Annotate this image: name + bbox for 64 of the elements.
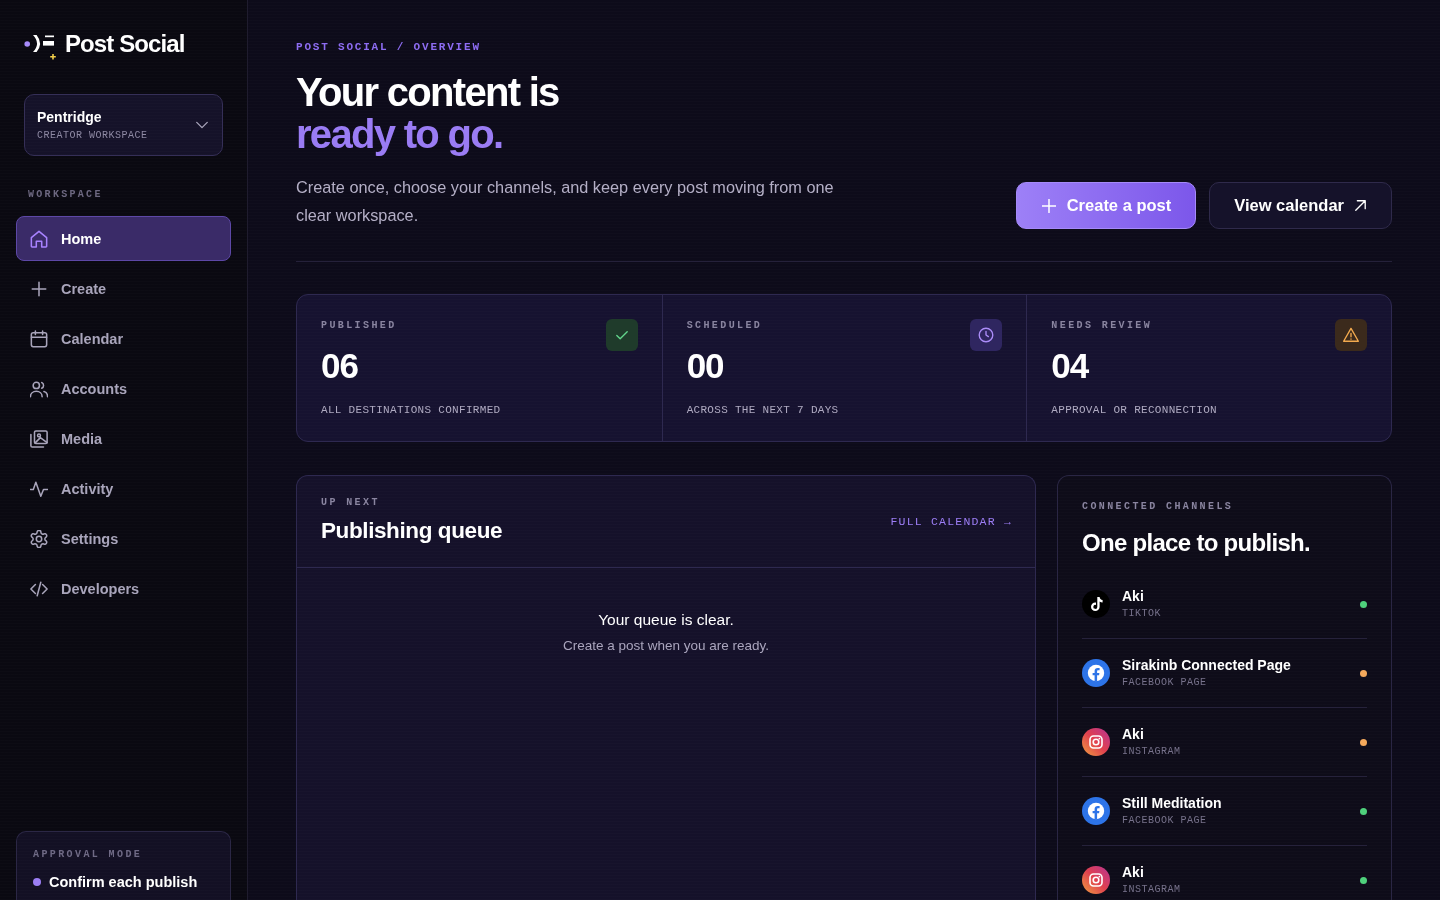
stat-label: NEEDS REVIEW: [1051, 320, 1153, 332]
instagram-icon: [1082, 866, 1110, 894]
plus-icon: [1041, 198, 1056, 213]
nav-item[interactable]: Settings: [16, 516, 231, 561]
nav-item[interactable]: Create: [16, 266, 231, 311]
nav-item[interactable]: Media: [16, 416, 231, 461]
channel-platform: INSTAGRAM: [1122, 745, 1181, 759]
workspace-switcher[interactable]: Pentridge CREATOR WORKSPACE: [24, 94, 223, 156]
home-icon: [30, 229, 48, 248]
arrow-up-right-icon: [1355, 200, 1366, 211]
nav-item[interactable]: Home: [16, 216, 231, 261]
panel-eyebrow: CONNECTED CHANNELS: [1082, 501, 1235, 513]
nav-item[interactable]: Activity: [16, 466, 231, 511]
channel-name: Still Meditation: [1122, 794, 1222, 812]
stat-caption: ALL DESTINATIONS CONFIRMED: [321, 403, 501, 417]
settings-icon: [30, 529, 48, 548]
facebook-icon: [1082, 797, 1110, 825]
card-label: APPROVAL MODE: [33, 849, 143, 861]
stat-value: 06: [321, 346, 358, 386]
channel-platform: TIKTOK: [1122, 607, 1161, 621]
channel-name: Aki: [1122, 725, 1144, 743]
check-icon: [605, 319, 638, 351]
brand-name: Post Social: [65, 30, 185, 58]
page-title: Your content is ready to go.: [296, 71, 559, 155]
stat-label: PUBLISHED: [321, 320, 397, 332]
nav-item[interactable]: Calendar: [16, 316, 231, 361]
dot-icon: [33, 878, 41, 886]
pulse-icon: [30, 479, 48, 498]
approval-mode-value: Confirm each publish: [49, 874, 198, 890]
panel-eyebrow: UP NEXT: [321, 497, 380, 509]
channel-platform: INSTAGRAM: [1122, 883, 1181, 897]
channel-name: Aki: [1122, 863, 1144, 881]
stat-caption: ACROSS THE NEXT 7 DAYS: [686, 403, 839, 417]
empty-state-title: Your queue is clear.: [598, 610, 734, 630]
create-post-button[interactable]: Create a post: [1015, 182, 1197, 229]
panel-title: One place to publish.: [1082, 528, 1311, 558]
facebook-icon: [1082, 659, 1110, 687]
channel-name: Aki: [1122, 587, 1144, 605]
stat-value: 00: [686, 346, 724, 386]
nav-item[interactable]: Accounts: [16, 366, 231, 411]
tiktok-icon: [1082, 590, 1110, 618]
users-icon: [30, 379, 48, 398]
channel-name: Sirakinb Connected Page: [1122, 656, 1291, 674]
images-icon: [30, 429, 48, 448]
breadcrumb: POST SOCIAL / OVERVIEW: [296, 40, 481, 54]
section-label: WORKSPACE: [28, 189, 104, 201]
panel-title: Publishing queue: [321, 517, 503, 545]
channel-platform: FACEBOOK PAGE: [1122, 814, 1207, 828]
plus-icon: [30, 279, 48, 298]
nav-item[interactable]: Developers: [16, 566, 231, 611]
code-icon: [30, 579, 48, 598]
channel-platform: FACEBOOK PAGE: [1122, 676, 1207, 690]
stat-label: SCHEDULED: [686, 320, 763, 332]
full-calendar-link[interactable]: FULL CALENDAR →: [890, 514, 1012, 528]
empty-state-text: Create a post when you are ready.: [562, 637, 770, 655]
instagram-icon: [1082, 728, 1110, 756]
chevron-down-icon: [196, 119, 208, 131]
stat-caption: APPROVAL OR RECONNECTION: [1051, 403, 1217, 417]
stat-value: 04: [1051, 346, 1089, 386]
warning-icon: [1335, 319, 1367, 351]
page-description: Create once, choose your channels, and keep every post moving from one clear workspace.: [296, 177, 835, 226]
view-calendar-button[interactable]: View calendar: [1209, 182, 1392, 229]
calendar-icon: [30, 329, 48, 348]
clock-icon: [970, 319, 1003, 351]
